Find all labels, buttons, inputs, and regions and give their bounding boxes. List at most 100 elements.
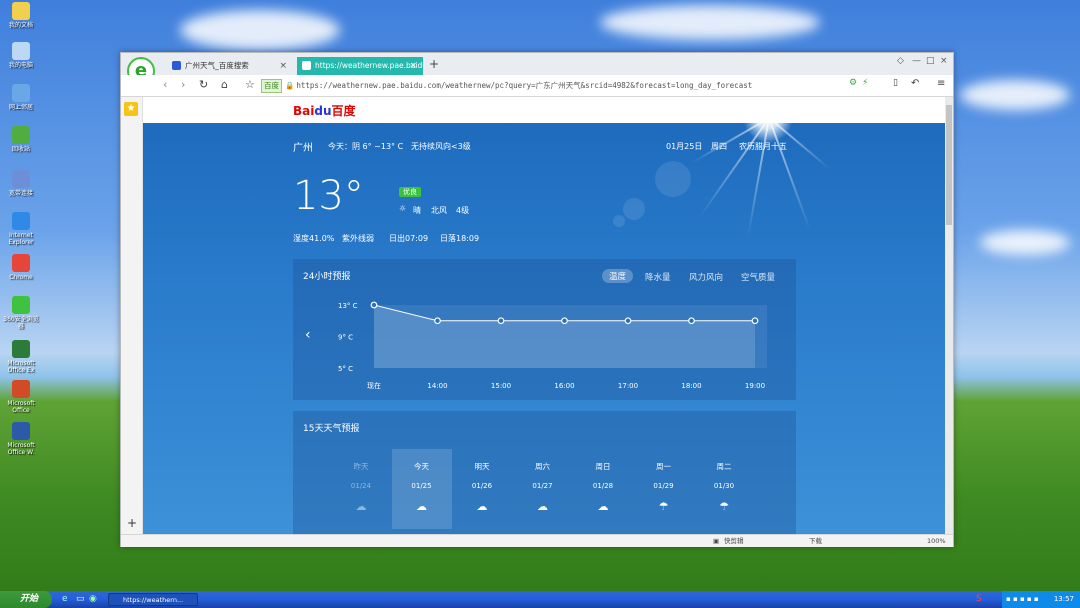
desktop-icon[interactable]: 我的文档 (2, 2, 40, 29)
weather-icon: ☂ (658, 500, 669, 513)
day-forecast[interactable]: 周日 01/28 ☁ (573, 449, 633, 529)
desktop-app-icon (12, 380, 30, 398)
download-label[interactable]: 下载 (809, 535, 822, 547)
y-tick-label: 5° C (338, 365, 353, 373)
close-tab-icon[interactable]: × (409, 57, 417, 75)
temperature-point[interactable] (497, 317, 505, 325)
wind-level: 4级 (456, 206, 470, 215)
lightning-icon[interactable]: ⚡ (862, 78, 868, 88)
clock: 13:57 (1053, 595, 1074, 603)
desktop-app-icon (12, 340, 30, 358)
new-tab-button[interactable]: + (429, 57, 439, 71)
desktop-icon[interactable]: Chrome (2, 254, 40, 281)
sidebar-add-button[interactable]: + (127, 516, 137, 530)
temperature-point[interactable] (370, 301, 378, 309)
x-tick-label: 14:00 (427, 382, 447, 390)
day-date: 01/28 (592, 482, 614, 490)
desktop-app-icon (12, 254, 30, 272)
ie-quicklaunch-icon[interactable]: e (62, 594, 68, 604)
day-forecast[interactable]: 今天 01/25 ☁ (391, 449, 452, 529)
today-summary: 今天：阴 6° ~13° C (328, 142, 404, 151)
temperature-point[interactable] (688, 317, 695, 325)
desktop-icon-label: Microsoft Office Ex (7, 360, 35, 374)
forward-icon[interactable]: › (181, 78, 185, 91)
desktop-icon[interactable]: Microsoft Office W. (2, 422, 40, 456)
scrollbar-thumb[interactable] (946, 105, 952, 225)
desktop-app-icon (12, 42, 30, 60)
zoom-level[interactable]: 100% (927, 535, 946, 547)
taskbar-browser-item[interactable]: https://weathern... (108, 593, 198, 606)
desktop-icon[interactable]: Microsoft Office (2, 380, 40, 414)
clip-icon[interactable]: ▣ (713, 535, 719, 547)
x-tick-label: 15:00 (491, 382, 511, 390)
system-tray: ▪ ▪ ▪ ▪ ▪ 13:57 (1002, 591, 1080, 608)
sidebar: ★ + (121, 97, 143, 534)
security-icon[interactable]: ⚙ (849, 78, 857, 88)
day-name: 周一 (656, 462, 671, 471)
phone-icon[interactable]: ▯ (893, 78, 898, 88)
date: 01月25日 (666, 142, 703, 151)
tab-weather-page[interactable]: https://weathernew.pae.baidu.c × (297, 57, 423, 75)
day-forecast[interactable]: 昨天 01/24 ☁ (331, 449, 391, 529)
pin-icon[interactable]: ◇ (897, 56, 904, 66)
refresh-icon[interactable]: ↻ (199, 78, 208, 91)
close-window-button[interactable]: × (940, 56, 948, 66)
tab-baidu-search[interactable]: 广州天气_百度搜索 × (167, 57, 293, 75)
x-tick-label: 现在 (367, 381, 381, 390)
status-clip-label[interactable]: 快剪辑 (724, 535, 744, 547)
day-date: 01/30 (713, 482, 735, 490)
maximize-button[interactable]: □ (926, 56, 935, 66)
desktop-icon-label: Microsoft Office (7, 400, 35, 414)
y-tick-label: 13° C (338, 302, 358, 310)
hourly-forecast-panel: 24小时预报 温度 降水量 风力风向 空气质量 ‹ 13° C 9° C 5° C现… (293, 259, 796, 400)
weather-icon: ☁ (355, 500, 367, 513)
desktop-icon[interactable]: 网上邻居 (2, 84, 40, 111)
y-tick-label: 9° C (338, 334, 353, 342)
address-bar[interactable]: 百度 🔒 https://weathernew.pae.baidu.com/weat… (261, 78, 871, 94)
home-icon[interactable]: ⌂ (221, 78, 228, 91)
desktop-icon[interactable]: Internet Explorer (2, 212, 40, 246)
desktop-icon[interactable]: 回收站 (2, 126, 40, 153)
desktop-icon[interactable]: 我的电脑 (2, 42, 40, 69)
day-date: 01/26 (471, 482, 493, 490)
browser-window: e 广州天气_百度搜索 × https://weathernew.pae.bai… (120, 52, 954, 547)
desktop-icon[interactable]: 360安全浏览器 (2, 296, 40, 330)
weekday: 周四 (711, 142, 727, 151)
tab-label: 广州天气_百度搜索 (185, 61, 249, 70)
day-forecast[interactable]: 明天 01/26 ☁ (452, 449, 512, 529)
day-forecast[interactable]: 周二 01/30 ☂ (694, 449, 754, 529)
tray-icons[interactable]: ▪ ▪ ▪ ▪ ▪ (1006, 595, 1039, 603)
browser-quicklaunch-icon[interactable]: ◉ (89, 594, 97, 604)
temperature-point[interactable] (434, 317, 441, 325)
day-name: 今天 (414, 462, 429, 471)
day-name: 周二 (716, 462, 732, 471)
temperature-point[interactable] (561, 317, 568, 325)
minimize-button[interactable]: — (912, 56, 921, 66)
start-button[interactable]: 开始 (0, 591, 52, 608)
close-tab-icon[interactable]: × (279, 57, 287, 75)
day-forecast[interactable]: 周一 01/29 ☂ (634, 449, 694, 529)
status-bar: ▣ 快剪辑 下载 100% (121, 534, 953, 547)
lunar-date: 农历腊月十五 (739, 142, 787, 151)
back-icon[interactable]: ‹ (163, 78, 167, 91)
url-text[interactable]: https://weathernew.pae.baidu.com/weather… (296, 81, 752, 90)
aqi-badge[interactable]: 优良 (399, 187, 421, 197)
menu-icon[interactable]: ≡ (937, 78, 945, 89)
desktop-icon-label: Internet Explorer (8, 232, 34, 246)
desktop-quicklaunch-icon[interactable]: ▭ (76, 594, 85, 604)
desktop-icon[interactable]: Microsoft Office Ex (2, 340, 40, 374)
lock-icon: 🔒 (285, 81, 295, 90)
search-engine-badge[interactable]: 百度 (261, 79, 282, 93)
desktop-app-icon (12, 296, 30, 314)
desktop-icon-label: 我的文档 (8, 22, 33, 29)
temperature-point[interactable] (751, 317, 759, 325)
favorite-star-icon[interactable]: ☆ (245, 78, 255, 91)
undo-icon[interactable]: ↶ (911, 78, 919, 89)
day-forecast[interactable]: 周六 01/27 ☁ (513, 449, 573, 529)
desktop-icon[interactable]: 宽带连接 (2, 170, 40, 197)
scrollbar[interactable] (945, 97, 953, 534)
baidu-logo[interactable]: Baidu百度 (143, 99, 945, 121)
favorites-star-icon[interactable]: ★ (124, 102, 138, 116)
temperature-point[interactable] (624, 317, 632, 325)
antivirus-tray-icon[interactable]: S (976, 594, 982, 604)
